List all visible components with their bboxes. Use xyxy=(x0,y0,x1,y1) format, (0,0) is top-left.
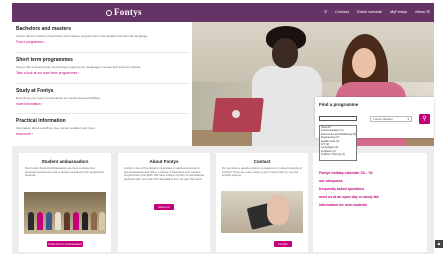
logo-text: Fontys xyxy=(114,7,142,17)
contact-photo xyxy=(221,191,303,233)
chat-ambassador-button[interactable]: Chat with an ambassador xyxy=(47,241,83,247)
bachelors-block: Bachelors and masters Fontys offers a va… xyxy=(16,26,188,44)
practical-link[interactable]: read more › xyxy=(16,132,188,136)
study-link[interactable]: more information › xyxy=(16,102,188,106)
contact-button[interactable]: contact xyxy=(274,241,292,247)
practical-text: Information about enrolling, visa, accom… xyxy=(16,126,96,130)
divider xyxy=(16,52,188,53)
search-icon: ⚲ xyxy=(422,116,427,122)
short-term-link[interactable]: Take a look at our short term programmes… xyxy=(16,71,188,75)
card-text: Our Fontys Student Ambassadors are here … xyxy=(25,166,105,178)
bachelors-title: Bachelors and masters xyxy=(16,26,72,32)
student-ambassadors-card: Student ambassadors Our Fontys Student A… xyxy=(19,153,111,252)
contact-card: Contact Do you have a question about a p… xyxy=(216,153,308,252)
ambassadors-photo xyxy=(24,192,106,234)
nav-menu[interactable]: Menu ☰ xyxy=(415,9,430,14)
logo-mark-icon xyxy=(106,10,112,16)
header-nav: ⚲ Contact Dutch website MyFontys Menu ☰ xyxy=(324,9,430,14)
about-us-button[interactable]: about us xyxy=(154,204,174,210)
programme-select[interactable] xyxy=(319,116,357,121)
hero-person-head xyxy=(352,48,376,78)
quick-link-faq[interactable]: frequently asked questions xyxy=(319,187,364,191)
quick-links-card: Fontys holiday calendar '23 - '24 our ca… xyxy=(313,153,427,252)
study-title: Study at Fontys xyxy=(16,88,54,94)
short-term-title: Short term programmes xyxy=(16,57,73,63)
bachelors-link[interactable]: Find a programme › xyxy=(16,40,188,44)
quick-link-holiday-calendar[interactable]: Fontys holiday calendar '23 - '24 xyxy=(319,171,373,175)
hand-image xyxy=(267,195,289,225)
nav-myfontys[interactable]: MyFontys xyxy=(390,9,407,14)
practical-block: Practical information Information about … xyxy=(16,118,188,136)
short-term-block: Short term programmes Fontys has a broad… xyxy=(16,57,188,75)
option-item[interactable]: Teacher Training (1) xyxy=(320,153,356,156)
course-facilities-value: Course facilities xyxy=(373,117,393,121)
top-navigation-bar: Fontys ⚲ Contact Dutch website MyFontys … xyxy=(12,3,434,22)
nav-contact[interactable]: Contact xyxy=(335,9,349,14)
laptop-logo-icon xyxy=(232,110,240,118)
scroll-to-top-button[interactable]: ▲ xyxy=(435,240,443,248)
search-button[interactable]: ⚲ xyxy=(419,114,430,124)
chevron-up-icon: ▲ xyxy=(436,241,442,247)
search-icon[interactable]: ⚲ xyxy=(324,9,327,14)
chevron-down-icon: ▾ xyxy=(407,117,409,121)
short-term-text: Fontys has a broad range of exchange pro… xyxy=(16,65,142,69)
find-programme-title: Find a programme xyxy=(319,102,359,107)
card-text: Fontys is one of the largest universitie… xyxy=(124,166,204,182)
hero-person-head xyxy=(272,38,298,68)
quick-link-new-students[interactable]: information for new students xyxy=(319,203,367,207)
fontys-logo[interactable]: Fontys xyxy=(106,7,142,17)
divider xyxy=(16,113,188,114)
study-block: Study at Fontys Everything you need to k… xyxy=(16,88,188,106)
practical-title: Practical information xyxy=(16,118,66,124)
programme-options-list[interactable]: View All Communication (1) Economics and… xyxy=(319,125,357,161)
nav-dutch-website[interactable]: Dutch website xyxy=(357,9,382,14)
quick-link-open-day[interactable]: meet us at an open day or study fair xyxy=(319,195,379,199)
about-fontys-card: About Fontys Fontys is one of the larges… xyxy=(118,153,210,252)
bachelors-text: Fontys offers a variety of bachelors and… xyxy=(16,34,149,38)
course-facilities-select[interactable]: Course facilities ▾ xyxy=(370,116,412,122)
card-text: Do you have a question about a programme… xyxy=(222,166,302,178)
left-column: Bachelors and masters Fontys offers a va… xyxy=(12,22,192,146)
divider xyxy=(16,83,188,84)
quick-link-campuses[interactable]: our campuses xyxy=(319,179,343,183)
study-text: Everything you need to know about our ca… xyxy=(16,96,101,100)
